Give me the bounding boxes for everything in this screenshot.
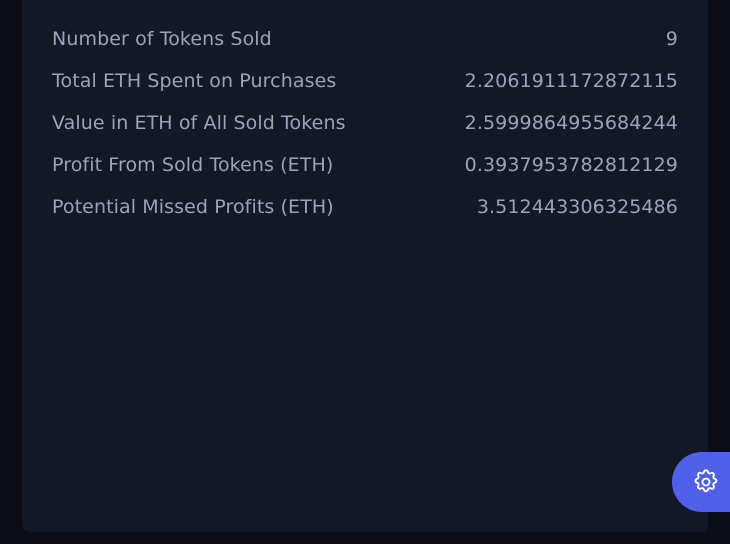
stat-label: Number of Tokens Sold [52, 28, 272, 50]
stat-row-sold-value: Value in ETH of All Sold Tokens 2.599986… [52, 102, 678, 144]
page: Number of Tokens Sold 9 Total ETH Spent … [0, 0, 730, 544]
stat-label: Value in ETH of All Sold Tokens [52, 112, 346, 134]
stat-value: 2.5999864955684244 [464, 112, 678, 134]
stat-value: 3.512443306325486 [476, 196, 678, 218]
stats-list: Number of Tokens Sold 9 Total ETH Spent … [52, 18, 678, 228]
stat-label: Total ETH Spent on Purchases [52, 70, 337, 92]
settings-button[interactable] [672, 452, 730, 512]
stat-value: 0.3937953782812129 [464, 154, 678, 176]
stat-row-profit: Profit From Sold Tokens (ETH) 0.39379537… [52, 144, 678, 186]
stat-value: 9 [665, 28, 678, 50]
gear-icon [694, 469, 718, 493]
stat-value: 2.2061911172872115 [464, 70, 678, 92]
stat-row-missed-profits: Potential Missed Profits (ETH) 3.5124433… [52, 186, 678, 228]
stat-row-eth-spent: Total ETH Spent on Purchases 2.206191117… [52, 60, 678, 102]
stat-label: Potential Missed Profits (ETH) [52, 196, 334, 218]
stat-label: Profit From Sold Tokens (ETH) [52, 154, 334, 176]
stat-row-tokens-sold: Number of Tokens Sold 9 [52, 18, 678, 60]
